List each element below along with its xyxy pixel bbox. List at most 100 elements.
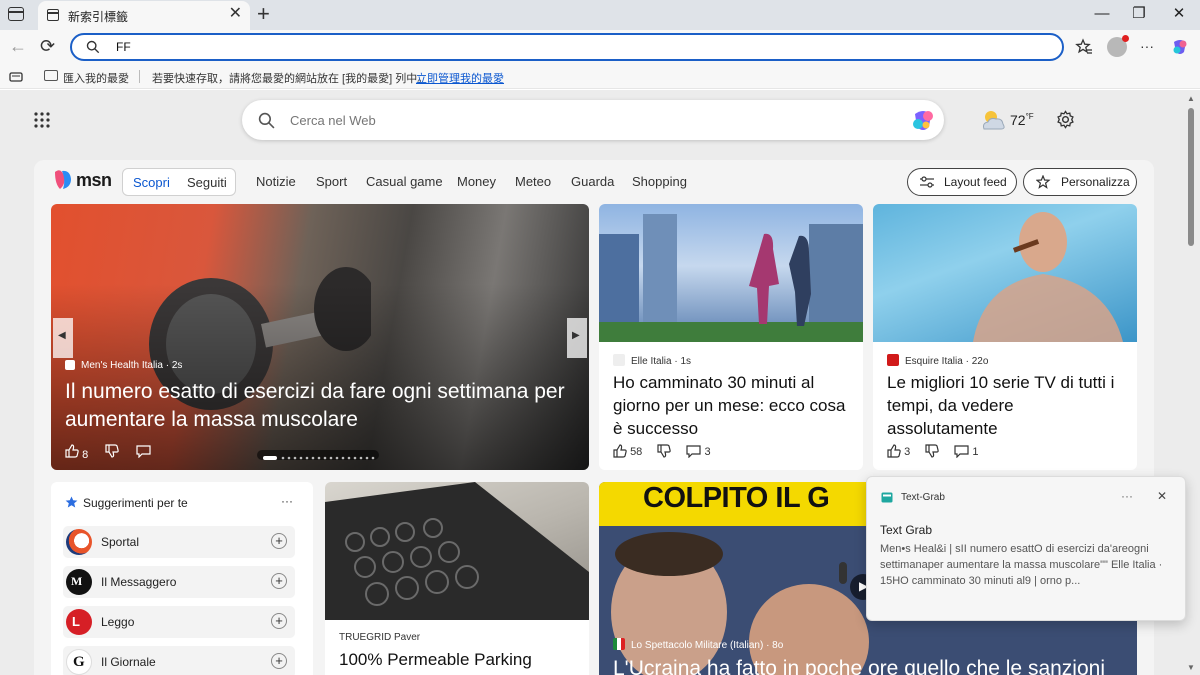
tab-scopri[interactable]: Scopri <box>133 175 170 190</box>
apps-grid-icon[interactable] <box>34 112 50 128</box>
article-image-runners <box>599 204 863 342</box>
suggestion-item-leggo[interactable]: L Leggo + <box>63 606 295 638</box>
esquire-logo <box>887 354 899 366</box>
gear-icon[interactable] <box>1056 110 1075 129</box>
hero-source: Men's Health Italia · 2s <box>65 360 182 371</box>
search-placeholder[interactable]: Cerca nel Web <box>290 113 376 128</box>
article-source-text: Elle Italia · 1s <box>631 356 692 367</box>
address-bar[interactable]: FF <box>70 33 1064 61</box>
carousel-prev-button[interactable]: ◀ <box>53 318 73 358</box>
thumbs-down-icon[interactable] <box>105 444 119 458</box>
layout-feed-label: Layout feed <box>944 175 1007 189</box>
nav-guarda[interactable]: Guarda <box>571 174 614 189</box>
chevron-right-icon: ▶ <box>572 330 580 341</box>
suggestion-item-il-giornale[interactable]: G Il Giornale + <box>63 646 295 675</box>
more-menu-icon[interactable]: ··· <box>1140 38 1154 54</box>
carousel-next-button[interactable]: ▶ <box>567 318 587 358</box>
source-flag-logo <box>613 638 625 650</box>
hero-like-count: 8 <box>82 449 89 461</box>
suggestion-item-sportal[interactable]: Sportal + <box>63 526 295 558</box>
add-source-button[interactable]: + <box>271 653 287 669</box>
comment-icon[interactable] <box>954 445 969 459</box>
copilot-icon[interactable] <box>1171 38 1189 56</box>
add-source-button[interactable]: + <box>271 613 287 629</box>
hero-reactions: 8 <box>65 444 151 461</box>
layout-feed-button[interactable]: Layout feed <box>907 168 1017 196</box>
runners-illustration <box>599 214 863 342</box>
hero-headline[interactable]: Il numero esatto di esercizi da fare ogn… <box>65 378 565 434</box>
suggestion-item-il-messaggero[interactable]: M Il Messaggero + <box>63 566 295 598</box>
thumbs-down-icon[interactable] <box>925 444 939 458</box>
ad-headline[interactable]: 100% Permeable Parking <box>339 648 579 671</box>
like-count: 3 <box>904 446 911 458</box>
text-grab-app-icon <box>881 492 893 503</box>
sponsored-card[interactable]: TRUEGRID Paver 100% Permeable Parking <box>325 482 589 675</box>
thumbs-up-icon[interactable] <box>65 444 79 458</box>
comment-count: 3 <box>704 446 711 458</box>
thumbs-down-icon[interactable] <box>657 444 672 458</box>
article-source-text: Esquire Italia · 22o <box>905 356 989 367</box>
favorites-hint: 若要快速存取，請將您最愛的網站放在 [我的最愛] 列中。 <box>152 73 429 85</box>
text-grab-notification[interactable]: Text-Grab ··· ✕ Text Grab Men•s Heal&i |… <box>866 476 1186 621</box>
active-tab[interactable]: 新索引標籤 ✕ <box>38 1 250 30</box>
article-image-pool <box>873 204 1137 342</box>
profile-avatar[interactable] <box>1107 35 1129 57</box>
notification-more-icon[interactable]: ··· <box>1121 489 1133 503</box>
scroll-down-icon[interactable]: ▼ <box>1186 663 1196 672</box>
article-headline[interactable]: Le migliori 10 serie TV di tutti i tempi… <box>887 371 1127 440</box>
back-button[interactable]: ← <box>9 36 27 57</box>
personalize-button[interactable]: Personalizza <box>1023 168 1137 196</box>
tab-close-icon[interactable]: ✕ <box>229 6 242 22</box>
minimize-button[interactable]: — <box>1087 4 1117 24</box>
folder-icon <box>44 70 58 81</box>
article-card[interactable]: Esquire Italia · 22o Le migliori 10 seri… <box>873 204 1137 470</box>
add-source-button[interactable]: + <box>271 573 287 589</box>
comment-icon[interactable] <box>686 445 702 459</box>
carousel-indicator[interactable] <box>257 450 379 460</box>
window-close-button[interactable]: ✕ <box>1164 4 1194 24</box>
news-headline[interactable]: L'Ucraina ha fatto in poche ore quello c… <box>613 656 1133 675</box>
msn-wordmark[interactable]: msn <box>76 170 112 191</box>
web-search-box[interactable]: Cerca nel Web <box>242 100 944 140</box>
suggestions-more-icon[interactable]: ··· <box>281 494 293 508</box>
weather-temperature[interactable]: 72°F <box>1010 112 1034 128</box>
suggestions-title: Suggerimenti per te <box>83 496 188 510</box>
article-headline[interactable]: Ho camminato 30 minuti al giorno per un … <box>613 371 849 440</box>
hero-article-card[interactable]: ◀ ▶ Men's Health Italia · 2s Il numero e… <box>51 204 589 470</box>
address-input[interactable]: FF <box>116 40 131 54</box>
comment-icon[interactable] <box>136 445 151 459</box>
copilot-icon[interactable] <box>910 107 936 133</box>
temperature-unit: °F <box>1025 112 1034 121</box>
nav-notizie[interactable]: Notizie <box>256 174 296 189</box>
thumbs-up-icon[interactable] <box>887 444 901 458</box>
new-tab-button[interactable]: + <box>257 2 270 26</box>
leggo-logo: L <box>66 609 92 635</box>
nav-casual-game[interactable]: Casual game <box>366 174 443 189</box>
partly-cloudy-icon[interactable] <box>980 109 1006 131</box>
tab-seguiti[interactable]: Seguiti <box>187 175 227 190</box>
msn-logo-icon[interactable] <box>52 168 74 192</box>
tab-actions-icon[interactable] <box>8 7 24 21</box>
notification-close-icon[interactable]: ✕ <box>1157 489 1167 503</box>
page-scrollbar[interactable]: ▲ ▼ <box>1186 94 1196 672</box>
text-grab-body: Men•s Heal&i | sII numero esattO di eser… <box>880 543 1163 587</box>
sportal-logo <box>66 529 92 555</box>
scroll-thumb[interactable] <box>1188 108 1194 246</box>
nav-sport[interactable]: Sport <box>316 174 347 189</box>
reading-list-icon[interactable] <box>9 71 23 83</box>
search-icon <box>258 112 275 129</box>
maximize-button[interactable]: ❐ <box>1124 4 1154 24</box>
favorites-star-icon[interactable] <box>1075 38 1093 56</box>
thumbs-up-icon[interactable] <box>613 444 627 458</box>
add-source-button[interactable]: + <box>271 533 287 549</box>
scroll-up-icon[interactable]: ▲ <box>1186 94 1196 103</box>
nav-money[interactable]: Money <box>457 174 496 189</box>
suggestion-name: Leggo <box>101 615 135 629</box>
import-favorites-link[interactable]: 匯入我的最愛 <box>63 70 129 86</box>
article-reactions: 58 3 <box>613 444 711 459</box>
reload-button[interactable]: ⟳ <box>40 36 55 57</box>
manage-favorites-link[interactable]: 立即管理我的最愛 <box>416 70 504 86</box>
article-card[interactable]: Elle Italia · 1s Ho camminato 30 minuti … <box>599 204 863 470</box>
nav-meteo[interactable]: Meteo <box>515 174 551 189</box>
nav-shopping[interactable]: Shopping <box>632 174 687 189</box>
